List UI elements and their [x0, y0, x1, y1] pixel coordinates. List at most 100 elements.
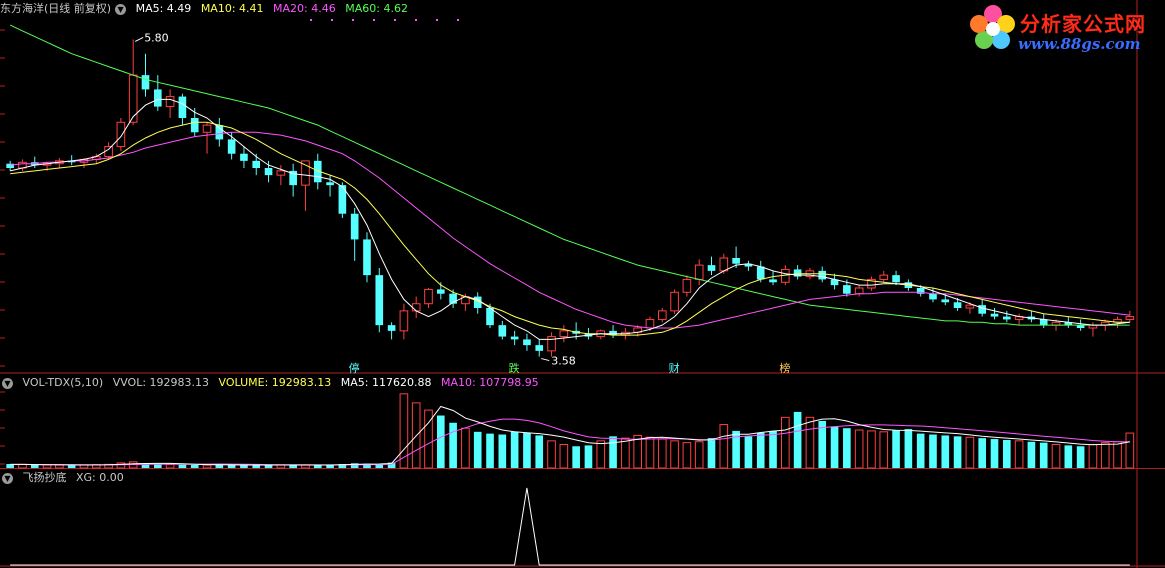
candle-down: [227, 139, 236, 154]
volume-bar-up: [461, 427, 470, 469]
candle-down: [732, 258, 740, 264]
ma5-line: [10, 98, 1130, 340]
volume-bar-down: [215, 464, 224, 468]
candle-down: [941, 299, 950, 303]
candle-up: [559, 330, 569, 338]
candle-up: [202, 124, 212, 133]
volume-bar-down: [486, 433, 494, 468]
volume-bar-down: [240, 465, 248, 468]
low-arrow: [541, 358, 550, 362]
xg-indicator-line: [10, 487, 1130, 566]
candle-up: [165, 96, 175, 108]
candle-down: [523, 339, 531, 346]
candle-down: [843, 285, 851, 294]
indicator-name[interactable]: 飞扬抄底: [23, 471, 67, 484]
ma5-value: MA5: 4.49: [135, 2, 192, 15]
candle-down: [141, 75, 150, 90]
candle-down: [1039, 319, 1048, 326]
vol-ma5-line: [10, 405, 1130, 466]
candle-up: [301, 160, 310, 186]
event-marker-1[interactable]: 跌: [509, 360, 520, 376]
candle-down: [978, 305, 987, 314]
volume-bar-down: [510, 431, 519, 468]
volume-bar-up: [694, 441, 704, 469]
ma60-line: [9, 24, 1130, 326]
volume-bar-down: [473, 431, 482, 468]
price-panel-header: 东方海洋(日线 前复权) ▼ MA5: 4.49 MA10: 4.41 MA20:…: [0, 1, 414, 17]
event-marker-2[interactable]: 财: [669, 360, 680, 376]
event-marker-3[interactable]: 榜: [779, 360, 790, 376]
volume-bar-up: [633, 434, 642, 469]
volume-bar-down: [904, 429, 913, 468]
high-arrow: [134, 36, 144, 42]
candle-up: [399, 310, 409, 332]
chevron-down-icon[interactable]: ▼: [2, 472, 13, 484]
volume-bar-up: [854, 429, 864, 469]
volume-bar-down: [30, 464, 39, 468]
top-marker-dot: [457, 19, 459, 21]
volume-bar-up: [301, 464, 310, 469]
stock-title[interactable]: 东方海洋(日线 前复权): [0, 2, 111, 15]
volume-bar-down: [1027, 441, 1036, 468]
candle-down: [387, 325, 396, 331]
candle-down: [153, 89, 162, 107]
volume-bar-down: [498, 434, 507, 468]
volume-bar-up: [879, 431, 889, 469]
volume-bar-up: [657, 438, 667, 469]
volume-bar-down: [572, 446, 580, 468]
volume-bar-up: [645, 436, 655, 469]
top-marker-dot: [331, 19, 333, 21]
vol-ma10-value: MA10: 107798.95: [440, 376, 539, 389]
candle-down: [535, 345, 544, 351]
logo-url: www.88gs.com: [1018, 35, 1141, 53]
volume-bar-up: [559, 443, 569, 469]
volume-bar-up: [719, 424, 729, 469]
volume-bar-up: [1100, 442, 1110, 469]
candle-up: [854, 287, 864, 295]
xg-value: XG: 0.00: [76, 471, 124, 484]
volume-bar-down: [916, 433, 925, 468]
indicator-panel-header: ▼ 飞扬抄底 XG: 0.00: [0, 470, 130, 486]
candle-down: [363, 239, 371, 276]
volume-bar-down: [953, 436, 962, 468]
candle-up: [116, 121, 126, 148]
event-marker-0[interactable]: 停: [349, 360, 360, 376]
volume-bar-down: [523, 432, 531, 468]
volume-bar-down: [843, 428, 851, 468]
candle-up: [657, 310, 667, 320]
volume-bar-up: [42, 464, 52, 469]
volume-bar-up: [547, 440, 556, 469]
volume-bar-down: [793, 411, 802, 468]
candle-up: [682, 278, 692, 293]
candle-down: [756, 266, 765, 280]
volume-bar-down: [584, 445, 593, 468]
candle-up: [670, 291, 679, 312]
candle-down: [1002, 316, 1011, 320]
price-volume-chart[interactable]: 5.80 3.58: [0, 0, 1165, 568]
top-marker-dot: [436, 19, 438, 21]
chevron-down-icon[interactable]: ▼: [2, 377, 13, 389]
top-marker-dot: [373, 19, 375, 21]
logo-title: 分析家公式网: [1020, 12, 1146, 36]
chevron-down-icon[interactable]: ▼: [115, 3, 127, 15]
candle-down: [498, 325, 507, 337]
candle-up: [645, 318, 655, 329]
volume-bar-down: [707, 438, 716, 468]
high-price-label: 5.80: [144, 31, 169, 44]
ma10-line: [10, 121, 1130, 336]
volume-bar-up: [202, 464, 212, 469]
candle-down: [252, 160, 261, 168]
volume-panel-header: ▼ VOL-TDX(5,10) VVOL: 192983.13 VOLUME: …: [0, 375, 545, 391]
vol-indicator-name[interactable]: VOL-TDX(5,10): [23, 376, 104, 389]
candle-up: [1125, 316, 1135, 320]
low-price-label: 3.58: [551, 355, 576, 368]
volume-bar-up: [165, 463, 175, 469]
volume-bar-up: [621, 437, 630, 469]
candle-down: [190, 118, 199, 133]
candle-up: [276, 170, 286, 176]
volume-bar-down: [313, 465, 322, 468]
volume-bar-up: [1088, 443, 1098, 469]
volume-bar-down: [67, 465, 76, 468]
volume-value: VOLUME: 192983.13: [218, 376, 332, 389]
volume-bar-down: [609, 436, 617, 468]
